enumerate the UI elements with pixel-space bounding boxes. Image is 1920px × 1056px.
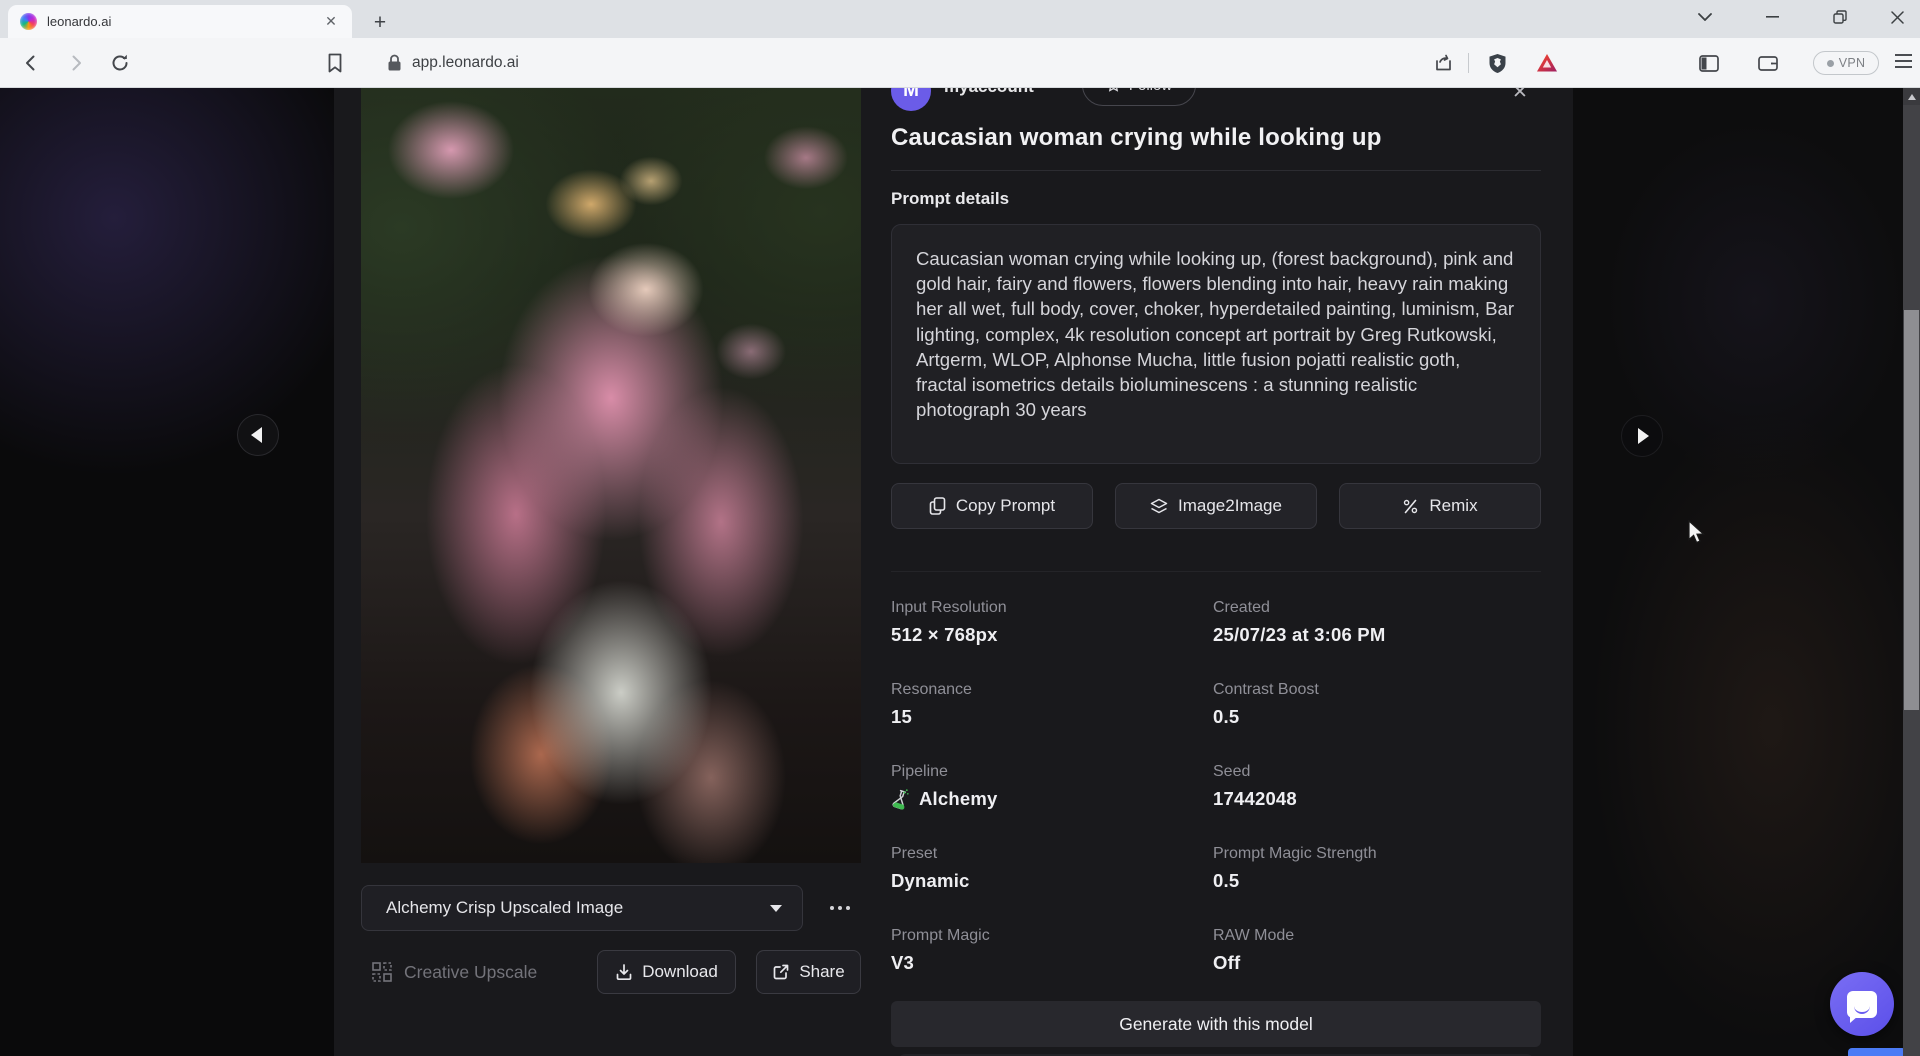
prompt-actions: Copy Prompt Image2Image — [891, 483, 1541, 529]
previous-image-button[interactable] — [237, 414, 279, 456]
reload-button[interactable] — [108, 51, 132, 75]
wallet-icon[interactable] — [1756, 51, 1780, 75]
image-detail-modal: Alchemy Crisp Upscaled Image Creative Up… — [334, 88, 1573, 1056]
prompt-box: Caucasian woman crying while looking up,… — [891, 224, 1541, 464]
window-close-button[interactable] — [1874, 0, 1920, 34]
remix-icon — [1402, 498, 1419, 515]
address-bar[interactable]: app.leonardo.ai — [412, 54, 519, 72]
tab-title: leonardo.ai — [47, 14, 322, 29]
alchemy-flask-icon — [891, 788, 910, 810]
modal-close-icon[interactable]: ✕ — [1512, 88, 1528, 104]
bookmark-icon[interactable] — [323, 51, 347, 75]
leonardo-favicon-icon — [20, 13, 37, 30]
brave-rewards-icon[interactable] — [1535, 51, 1559, 75]
star-icon — [1106, 88, 1121, 93]
divider — [891, 571, 1541, 572]
scrollbar-up-arrow[interactable] — [1903, 88, 1920, 105]
creative-upscale-label: Creative Upscale — [404, 962, 537, 983]
share-button[interactable]: Share — [756, 950, 861, 994]
meta-prompt-magic-strength: Prompt Magic Strength 0.5 — [1213, 845, 1523, 892]
meta-seed: Seed 17442048 — [1213, 763, 1523, 810]
remix-button[interactable]: Remix — [1339, 483, 1541, 529]
details-panel: M myaccount Follow ✕ Caucasian woman cry… — [891, 88, 1541, 1056]
forward-button[interactable] — [64, 51, 88, 75]
share-page-icon[interactable] — [1431, 51, 1455, 75]
tab-bar: leonardo.ai ✕ + — [0, 0, 1920, 38]
generate-with-model-button[interactable]: Generate with this model — [891, 1001, 1541, 1047]
share-icon — [772, 963, 790, 981]
meta-preset: Preset Dynamic — [891, 845, 1201, 892]
copy-icon — [929, 497, 946, 515]
image2image-label: Image2Image — [1178, 496, 1282, 516]
image2image-button[interactable]: Image2Image — [1115, 483, 1317, 529]
vpn-status-dot — [1827, 60, 1834, 67]
meta-input-resolution: Input Resolution 512 × 768px — [891, 599, 1201, 646]
generated-artwork-image — [361, 88, 861, 863]
layers-icon — [1150, 498, 1168, 515]
back-button[interactable] — [19, 51, 43, 75]
vpn-label: VPN — [1839, 56, 1866, 70]
copy-prompt-button[interactable]: Copy Prompt — [891, 483, 1093, 529]
browser-toolbar: app.leonardo.ai VPN — [0, 38, 1920, 88]
download-button[interactable]: Download — [597, 950, 736, 994]
site-security-lock-icon[interactable] — [382, 51, 406, 75]
sidebar-toggle-icon[interactable] — [1697, 51, 1721, 75]
next-image-button[interactable] — [1621, 415, 1663, 457]
scrollbar-thumb[interactable] — [1904, 310, 1919, 710]
page-content: Alchemy Crisp Upscaled Image Creative Up… — [0, 88, 1920, 1056]
page-scrollbar[interactable] — [1903, 88, 1920, 1056]
follow-button[interactable]: Follow — [1082, 88, 1196, 106]
variant-dropdown-label: Alchemy Crisp Upscaled Image — [386, 898, 623, 918]
browser-tab[interactable]: leonardo.ai ✕ — [8, 5, 352, 38]
window-minimize-button[interactable] — [1749, 0, 1795, 34]
background-glow — [0, 88, 390, 528]
creative-upscale-button[interactable]: Creative Upscale — [372, 949, 537, 995]
remix-label: Remix — [1429, 496, 1477, 516]
chat-icon — [1847, 991, 1877, 1018]
brave-shield-icon[interactable] — [1485, 51, 1509, 75]
pixel-grid-icon — [372, 962, 393, 983]
image-title: Caucasian woman crying while looking up — [891, 124, 1382, 152]
window-restore-button[interactable] — [1817, 0, 1863, 34]
new-tab-button[interactable]: + — [366, 9, 394, 37]
chevron-down-icon — [770, 905, 782, 912]
dimmed-background — [1573, 88, 1903, 1056]
arrow-left-icon — [251, 427, 262, 443]
meta-raw-mode: RAW Mode Off — [1213, 927, 1523, 974]
support-chat-button[interactable] — [1830, 972, 1894, 1036]
tab-close-icon[interactable]: ✕ — [322, 13, 340, 31]
download-icon — [615, 963, 633, 981]
arrow-right-icon — [1638, 428, 1649, 444]
divider — [891, 170, 1541, 171]
copy-prompt-label: Copy Prompt — [956, 496, 1055, 516]
tab-search-chevron-icon[interactable] — [1682, 0, 1728, 34]
username[interactable]: myaccount — [944, 88, 1034, 97]
share-label: Share — [799, 962, 844, 982]
toolbar-divider — [1468, 53, 1469, 73]
vpn-button[interactable]: VPN — [1813, 51, 1879, 75]
mouse-cursor — [1688, 520, 1707, 546]
download-label: Download — [642, 962, 718, 982]
browser-window: leonardo.ai ✕ + — [0, 0, 1920, 1056]
meta-contrast-boost: Contrast Boost 0.5 — [1213, 681, 1523, 728]
meta-pipeline: Pipeline Alchemy — [891, 763, 1201, 810]
meta-prompt-magic: Prompt Magic V3 — [891, 927, 1201, 974]
more-options-button[interactable] — [818, 885, 861, 931]
follow-label: Follow — [1129, 88, 1172, 94]
user-avatar[interactable]: M — [891, 88, 931, 111]
prompt-text: Caucasian woman crying while looking up,… — [916, 246, 1516, 422]
variant-dropdown[interactable]: Alchemy Crisp Upscaled Image — [361, 885, 803, 931]
prompt-details-heading: Prompt details — [891, 189, 1009, 209]
meta-resonance: Resonance 15 — [891, 681, 1201, 728]
meta-created: Created 25/07/23 at 3:06 PM — [1213, 599, 1523, 646]
notification-sliver — [1848, 1048, 1906, 1056]
menu-icon[interactable] — [1895, 54, 1912, 68]
